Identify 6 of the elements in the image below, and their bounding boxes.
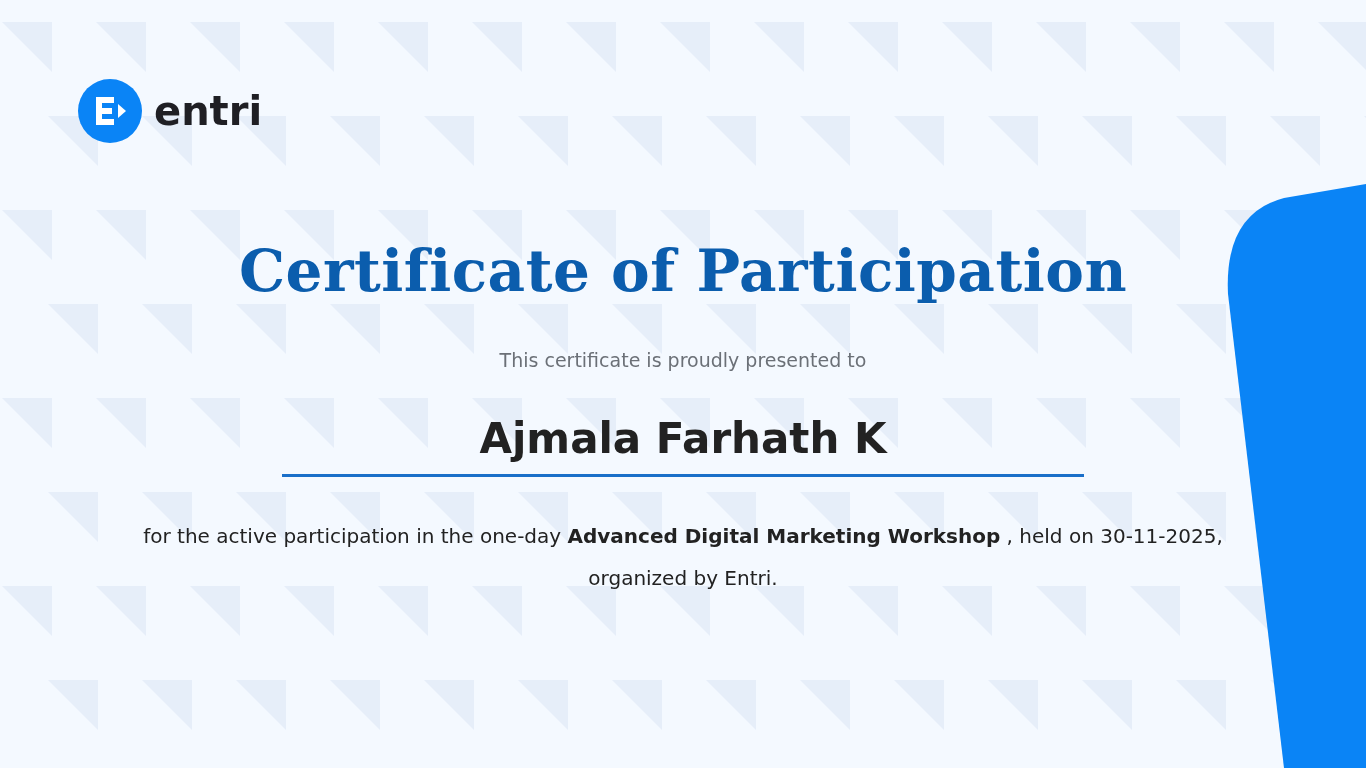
certificate-title: Certificate of Participation (238, 237, 1128, 307)
logo-wordmark: entri (154, 91, 263, 131)
description-text: for the active participation in the one-day Advanced Digital Marketing Workshop , held on 30-11-2025, organized by Entri. (142, 522, 1224, 592)
logo-icon (78, 79, 142, 143)
presented-to-text: This certificate is proudly presented to (499, 348, 867, 372)
recipient-name: Ajmala Farhath K (282, 415, 1084, 477)
